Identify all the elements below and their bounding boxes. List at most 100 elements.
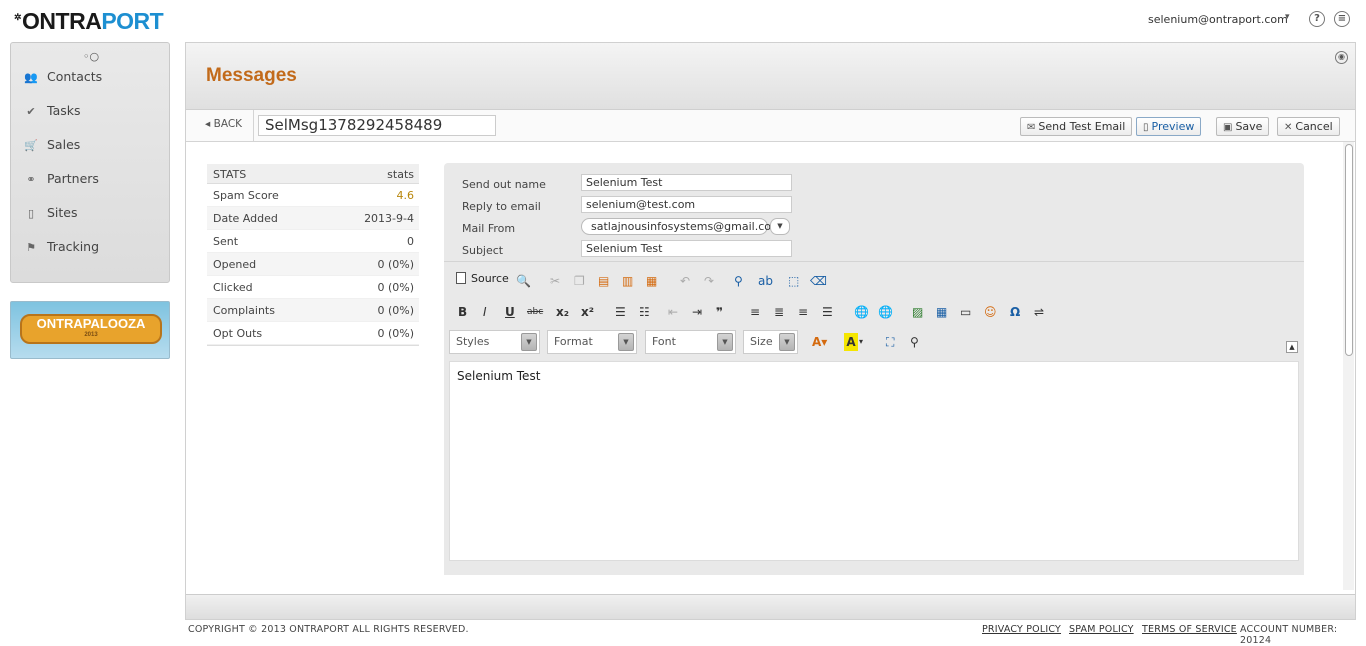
show-blocks-icon[interactable]: ⚲ — [910, 333, 919, 351]
document-icon[interactable]: ≡ — [1334, 11, 1350, 27]
paste-word-icon[interactable]: ▦ — [646, 272, 657, 290]
message-name-input[interactable]: SelMsg1378292458489 — [258, 115, 496, 136]
checkmark-icon: ✔ — [26, 105, 36, 118]
align-center-icon[interactable]: ≣ — [774, 303, 784, 321]
subject-input[interactable]: Selenium Test — [581, 240, 792, 257]
chevron-down-icon[interactable]: ▼ — [770, 218, 790, 235]
cut-icon[interactable]: ✂ — [550, 272, 560, 290]
sidebar-item-partners[interactable]: ⚭ Partners — [11, 165, 169, 195]
special-char-icon[interactable]: Ω — [1010, 303, 1020, 321]
outdent-icon[interactable]: ⇤ — [668, 303, 678, 321]
size-select[interactable]: Size ▼ — [743, 330, 798, 354]
find-icon[interactable]: ⚲ — [734, 272, 743, 290]
align-left-icon[interactable]: ≡ — [750, 303, 760, 321]
user-email-menu[interactable]: selenium@ontraport.com — [1148, 13, 1288, 26]
undo-icon[interactable]: ↶ — [680, 272, 690, 290]
panel-footer — [186, 594, 1355, 619]
unlink-icon[interactable]: 🌐 — [878, 303, 893, 321]
justify-icon[interactable]: ☰ — [822, 303, 833, 321]
background-color-icon[interactable]: A — [844, 333, 858, 351]
redo-icon[interactable]: ↷ — [704, 272, 714, 290]
select-all-icon[interactable]: ⬚ — [788, 272, 799, 290]
mail-from-label: Mail From — [462, 222, 516, 235]
blockquote-icon[interactable]: ❞ — [716, 303, 723, 321]
reply-to-input[interactable]: selenium@test.com — [581, 196, 792, 213]
mail-from-select[interactable]: satlajnousinfosystems@gmail.com — [581, 218, 782, 235]
table-row: Clicked 0 (0%) — [207, 276, 419, 299]
replace-icon[interactable]: ab — [758, 272, 773, 290]
divider — [444, 261, 1304, 262]
format-select[interactable]: Format ▼ — [547, 330, 637, 354]
terms-of-service-link[interactable]: TERMS OF SERVICE — [1142, 624, 1237, 635]
link-icon[interactable]: 🌐 — [854, 303, 869, 321]
help-icon[interactable]: ? — [1309, 11, 1325, 27]
reply-to-label: Reply to email — [462, 200, 541, 213]
sidebar-item-tracking[interactable]: ⚑ Tracking — [11, 233, 169, 263]
chevron-down-icon[interactable]: ▾ — [859, 333, 863, 351]
eraser-icon[interactable]: ⌫ — [810, 272, 827, 290]
sidebar-item-label: Tracking — [47, 239, 100, 254]
numbered-list-icon[interactable]: ☰ — [615, 303, 626, 321]
divider — [207, 345, 419, 346]
send-test-email-button[interactable]: ✉ Send Test Email — [1020, 117, 1133, 136]
bold-icon[interactable]: B — [458, 303, 467, 321]
ontraport-logo[interactable]: ✲ONTRAPORT — [14, 8, 164, 35]
font-select[interactable]: Font ▼ — [645, 330, 736, 354]
send-out-name-input[interactable]: Selenium Test — [581, 174, 792, 191]
indent-icon[interactable]: ⇥ — [692, 303, 702, 321]
floppy-icon: ▣ — [1223, 122, 1233, 133]
stats-table: STATS stats Spam Score 4.6 Date Added 2013… — [207, 164, 419, 346]
spam-policy-link[interactable]: SPAM POLICY — [1069, 624, 1134, 635]
preview-button[interactable]: ▯ Preview — [1136, 117, 1202, 136]
paste-icon[interactable]: ▤ — [598, 272, 609, 290]
scrollbar[interactable] — [1343, 142, 1354, 590]
ontrapalooza-banner[interactable]: ONTRAPALOOZA 2013 — [10, 301, 170, 359]
message-body-editor[interactable]: Selenium Test — [449, 361, 1299, 561]
privacy-policy-link[interactable]: PRIVACY POLICY — [982, 624, 1061, 635]
strikethrough-icon[interactable]: abc — [527, 303, 543, 321]
sidebar-item-label: Partners — [47, 171, 99, 186]
copy-icon[interactable]: ❐ — [574, 272, 585, 290]
document-icon — [456, 272, 466, 284]
bullet-list-icon[interactable]: ☷ — [639, 303, 650, 321]
chevron-down-icon: ▼ — [521, 333, 537, 351]
sidebar-item-tasks[interactable]: ✔ Tasks — [11, 97, 169, 127]
paste-text-icon[interactable]: ▥ — [622, 272, 633, 290]
superscript-icon[interactable]: x² — [581, 303, 594, 321]
align-right-icon[interactable]: ≡ — [798, 303, 808, 321]
text-color-icon[interactable]: A▾ — [812, 333, 827, 351]
preview-icon[interactable]: 🔍 — [516, 272, 531, 290]
back-button[interactable]: ◂ BACK — [205, 118, 242, 130]
maximize-icon[interactable]: ⛶ — [886, 333, 894, 351]
settings-icon[interactable]: ◉ — [1335, 51, 1348, 64]
sidebar-item-label: Tasks — [47, 103, 81, 118]
italic-icon[interactable]: I — [483, 303, 487, 321]
sidebar-item-contacts[interactable]: 👥 Contacts — [11, 63, 169, 93]
source-button[interactable]: Source — [456, 272, 509, 285]
scrollbar-thumb[interactable] — [1345, 144, 1353, 356]
horizontal-rule-icon[interactable]: ▭ — [960, 303, 971, 321]
toggle-icon[interactable]: ◦○ — [83, 50, 99, 63]
save-button[interactable]: ▣ Save — [1216, 117, 1270, 136]
styles-select[interactable]: Styles ▼ — [449, 330, 540, 354]
subject-label: Subject — [462, 244, 504, 257]
handshake-icon: ⚭ — [26, 173, 36, 186]
cancel-button[interactable]: ✕ Cancel — [1277, 117, 1340, 136]
sidebar-item-sales[interactable]: 🛒 Sales — [11, 131, 169, 161]
stats-header: STATS stats — [207, 164, 419, 184]
smiley-icon[interactable]: ☺ — [984, 303, 997, 321]
sidebar-item-sites[interactable]: ▯ Sites — [11, 199, 169, 229]
top-bar: ✲ONTRAPORT selenium@ontraport.com ▾ ? ≡ — [0, 0, 1366, 42]
sidebar: ◦○ 👥 Contacts ✔ Tasks 🛒 Sales ⚭ Partners… — [10, 42, 170, 283]
page-break-icon[interactable]: ⇌ — [1034, 303, 1044, 321]
chevron-down-icon: ▼ — [717, 333, 733, 351]
subscript-icon[interactable]: x₂ — [556, 303, 569, 321]
chevron-down-icon[interactable]: ▾ — [1285, 12, 1290, 22]
chevron-down-icon: ▼ — [779, 333, 795, 351]
table-icon[interactable]: ▦ — [936, 303, 947, 321]
underline-icon[interactable]: U — [505, 303, 515, 321]
image-icon[interactable]: ▨ — [912, 303, 923, 321]
chevron-left-icon: ◂ — [205, 118, 211, 130]
collapse-toolbar-button[interactable]: ▲ — [1286, 341, 1298, 353]
message-body-text[interactable]: Selenium Test — [457, 369, 540, 383]
